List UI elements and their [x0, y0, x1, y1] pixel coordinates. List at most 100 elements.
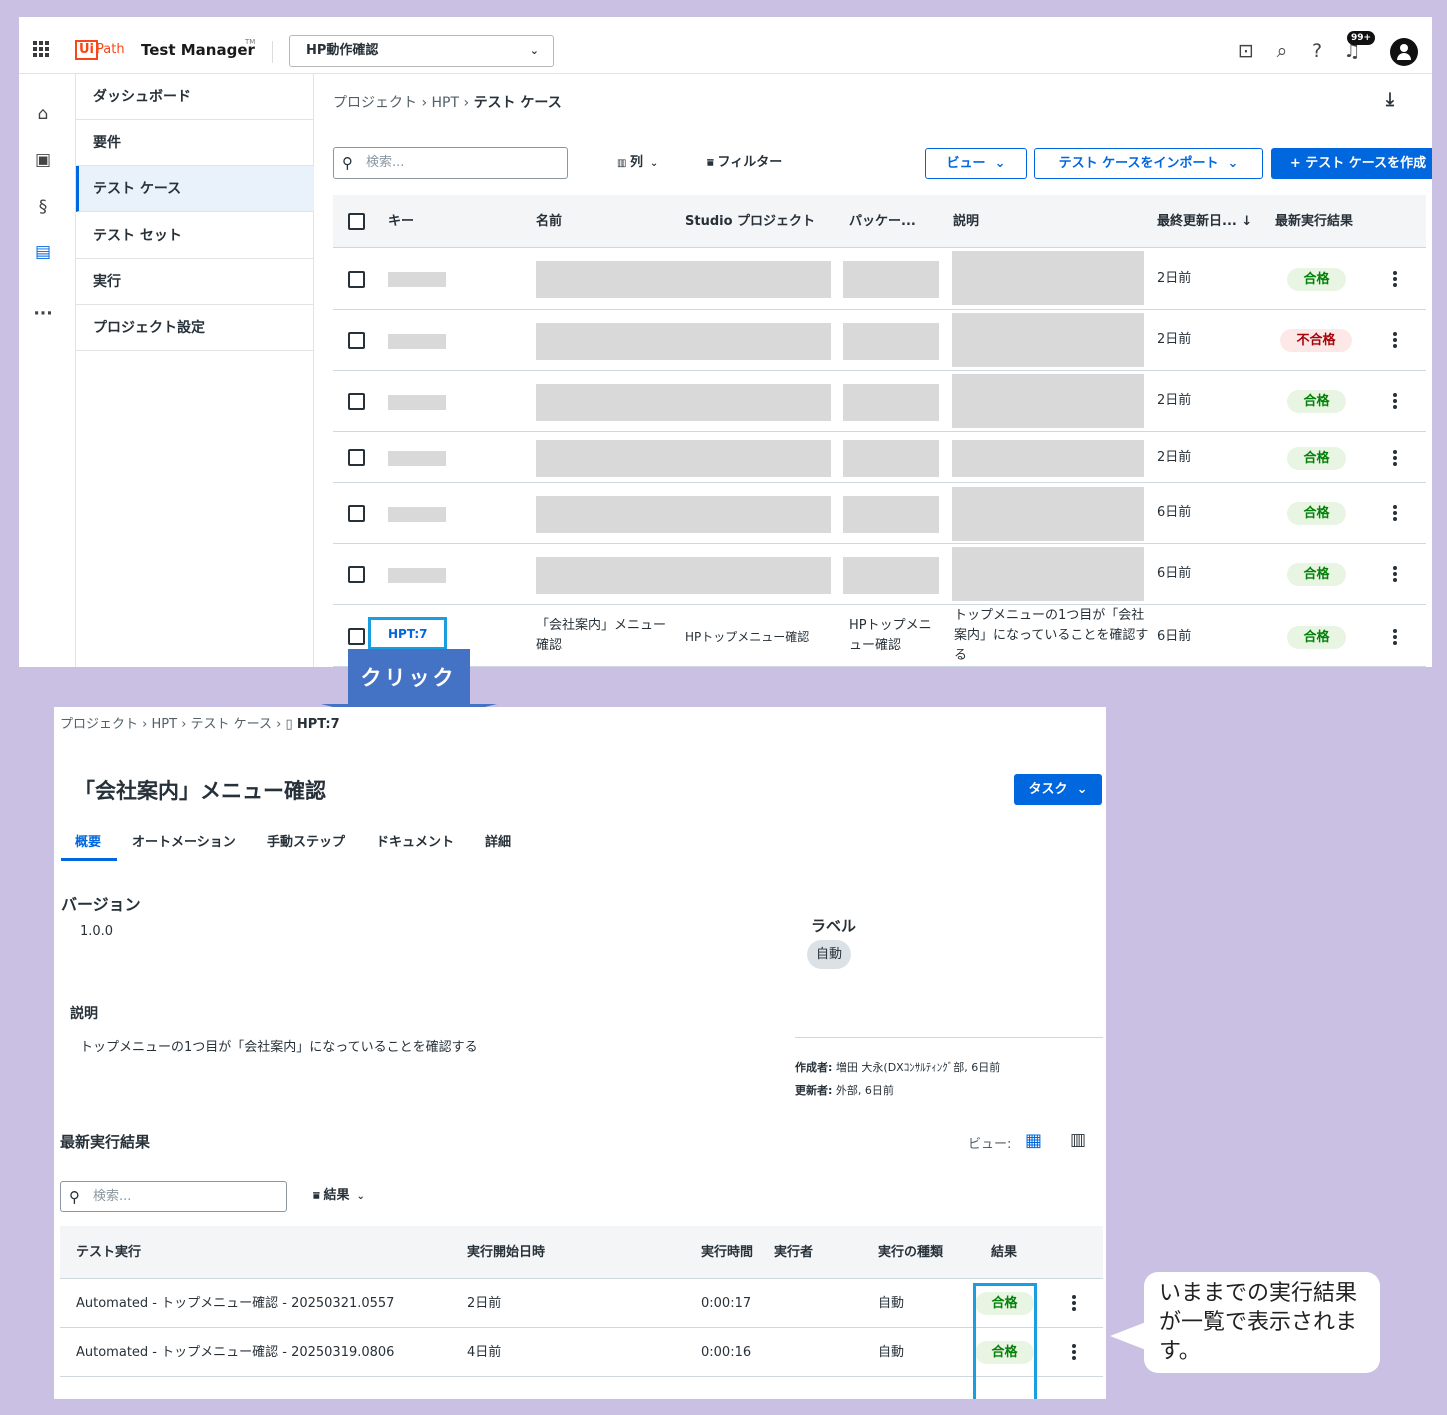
chevron-down-icon: ⌄ — [529, 44, 539, 57]
help-icon[interactable]: ? — [1305, 39, 1329, 63]
filter-button[interactable]: ⩸ フィルター — [707, 153, 782, 173]
more-vert-icon[interactable] — [1393, 629, 1397, 645]
columns-button[interactable]: ▥ 列 ⌄ — [617, 153, 658, 174]
task-button[interactable]: タスク ⌄ — [1014, 774, 1102, 805]
row-checkbox[interactable] — [348, 449, 365, 466]
tab-documents[interactable]: ドキュメント — [376, 833, 454, 853]
table-row[interactable]: 2日前 合格 — [333, 372, 1426, 432]
sidebar-item-test-cases[interactable]: テスト ケース — [76, 166, 314, 212]
col-description[interactable]: 説明 — [953, 195, 979, 248]
sidebar-item-project-settings[interactable]: プロジェクト設定 — [76, 305, 314, 351]
home-icon[interactable]: ⌂ — [31, 102, 55, 126]
main-content: プロジェクト › HPT › テスト ケース ⤓ ⚲ 検索... ▥ 列 ⌄ ⩸… — [315, 74, 1432, 667]
sidebar-item-dashboard[interactable]: ダッシュボード — [76, 74, 314, 120]
table-row[interactable]: Automated - トップメニュー確認 - 20250319.0806 4日… — [60, 1328, 1103, 1377]
more-vert-icon[interactable] — [1072, 1344, 1076, 1360]
view-button[interactable]: ビュー ⌄ — [925, 148, 1027, 179]
test-case-key-link[interactable]: HPT:7 — [388, 624, 428, 644]
tab-automation[interactable]: オートメーション — [132, 833, 236, 853]
col-result[interactable]: 結果 — [991, 1226, 1017, 1279]
monitor-icon[interactable]: ▣ — [31, 148, 55, 172]
search-sparkle-icon[interactable]: ⌕ — [1270, 39, 1294, 63]
redacted-description — [952, 313, 1144, 367]
sidebar-item-execution[interactable]: 実行 — [76, 259, 314, 305]
row-checkbox[interactable] — [348, 566, 365, 583]
breadcrumb-projects[interactable]: プロジェクト — [333, 95, 417, 111]
col-start[interactable]: 実行開始日時 — [467, 1226, 545, 1279]
row-checkbox[interactable] — [348, 505, 365, 522]
apps-grid-icon[interactable] — [33, 41, 49, 57]
redacted-name — [536, 557, 831, 594]
redacted-key — [388, 451, 446, 466]
last-updated: 2日前 — [1157, 271, 1192, 286]
create-test-case-button[interactable]: + テスト ケースを作成 — [1271, 148, 1432, 179]
table-row[interactable]: 6日前 合格 — [333, 484, 1426, 544]
sidebar-item-test-sets[interactable]: テスト セット — [76, 213, 314, 259]
table-view-icon[interactable]: ▦ — [1025, 1130, 1042, 1151]
integration-icon[interactable]: § — [31, 195, 55, 219]
table-row[interactable]: 2日前 合格 — [333, 433, 1426, 483]
chart-view-icon[interactable]: ▥ — [1070, 1130, 1086, 1150]
col-test-run[interactable]: テスト実行 — [76, 1226, 141, 1279]
tab-manual-steps[interactable]: 手動ステップ — [267, 833, 345, 853]
more-vert-icon[interactable] — [1393, 393, 1397, 409]
breadcrumb-projects[interactable]: プロジェクト — [60, 717, 138, 732]
more-vert-icon[interactable] — [1393, 332, 1397, 348]
results-search-input[interactable]: ⚲ 検索... — [60, 1181, 287, 1212]
run-name[interactable]: Automated - トップメニュー確認 - 20250321.0557 — [76, 1279, 394, 1328]
last-updated: 2日前 — [1157, 332, 1192, 347]
col-latest-result[interactable]: 最新実行結果 — [1275, 195, 1353, 248]
studio-project: HPトップメニュー確認 — [685, 630, 810, 644]
col-last-updated[interactable]: 最終更新日... ↓ — [1157, 195, 1252, 248]
search-input[interactable]: ⚲ 検索... — [333, 147, 568, 179]
test-case-list-window: Ui Path Test Manager TM HP動作確認 ⌄ ⊡ ⌕ ? ♫… — [19, 17, 1432, 667]
tab-details[interactable]: 詳細 — [485, 833, 511, 853]
divider — [272, 41, 273, 63]
more-vert-icon[interactable] — [1393, 566, 1397, 582]
table-row-cut-off[interactable] — [60, 1377, 1103, 1399]
row-checkbox[interactable] — [348, 628, 365, 645]
result-filter-button[interactable]: ⩸ 結果 ⌄ — [313, 1186, 365, 1207]
page-title: 「会社案内」メニュー確認 — [74, 779, 326, 803]
row-checkbox[interactable] — [348, 332, 365, 349]
breadcrumb-hpt[interactable]: HPT — [152, 717, 178, 732]
col-name[interactable]: 名前 — [536, 195, 562, 248]
breadcrumb-hpt[interactable]: HPT — [432, 95, 460, 111]
breadcrumb: プロジェクト › HPT › テスト ケース — [333, 95, 562, 111]
table-row[interactable]: Automated - トップメニュー確認 - 20250321.0557 2日… — [60, 1279, 1103, 1328]
more-vert-icon[interactable] — [1393, 450, 1397, 466]
table-row[interactable]: 2日前 合格 — [333, 249, 1426, 310]
tab-overview[interactable]: 概要 — [75, 833, 101, 853]
avatar[interactable] — [1390, 38, 1418, 66]
project-select[interactable]: HP動作確認 ⌄ — [289, 35, 554, 67]
test-case-name: 「会社案内」メニュー確認 — [536, 618, 667, 653]
breadcrumb-test-cases[interactable]: テスト ケース — [191, 717, 272, 732]
redacted-key — [388, 507, 446, 522]
more-vert-icon[interactable] — [1072, 1295, 1076, 1311]
col-run-type[interactable]: 実行の種類 — [878, 1226, 943, 1279]
import-test-cases-button[interactable]: テスト ケースをインポート ⌄ — [1034, 148, 1263, 179]
run-name[interactable]: Automated - トップメニュー確認 - 20250319.0806 — [76, 1328, 394, 1377]
store-icon[interactable]: ⊡ — [1234, 39, 1258, 63]
more-icon[interactable]: ··· — [31, 302, 55, 326]
col-executor[interactable]: 実行者 — [774, 1226, 813, 1279]
col-package[interactable]: パッケー... — [849, 195, 916, 248]
label-chip[interactable]: 自動 — [807, 940, 852, 969]
row-checkbox[interactable] — [348, 271, 365, 288]
col-studio[interactable]: Studio プロジェクト — [685, 195, 815, 248]
last-updated: 2日前 — [1157, 393, 1192, 408]
col-duration[interactable]: 実行時間 — [701, 1226, 753, 1279]
select-all-checkbox[interactable] — [348, 213, 365, 230]
download-icon[interactable]: ⤓ — [1386, 89, 1394, 110]
sidebar-item-requirements[interactable]: 要件 — [76, 120, 314, 166]
run-start: 4日前 — [467, 1345, 502, 1360]
updated-by: 更新者: 外部, 6日前 — [795, 1084, 894, 1097]
more-vert-icon[interactable] — [1393, 271, 1397, 287]
col-key[interactable]: キー — [388, 195, 414, 248]
table-row[interactable]: 6日前 合格 — [333, 545, 1426, 605]
row-checkbox[interactable] — [348, 393, 365, 410]
more-vert-icon[interactable] — [1393, 505, 1397, 521]
test-manager-icon[interactable]: ▤ — [31, 240, 55, 264]
table-row[interactable]: 2日前 不合格 — [333, 311, 1426, 371]
version-value: 1.0.0 — [80, 924, 114, 939]
